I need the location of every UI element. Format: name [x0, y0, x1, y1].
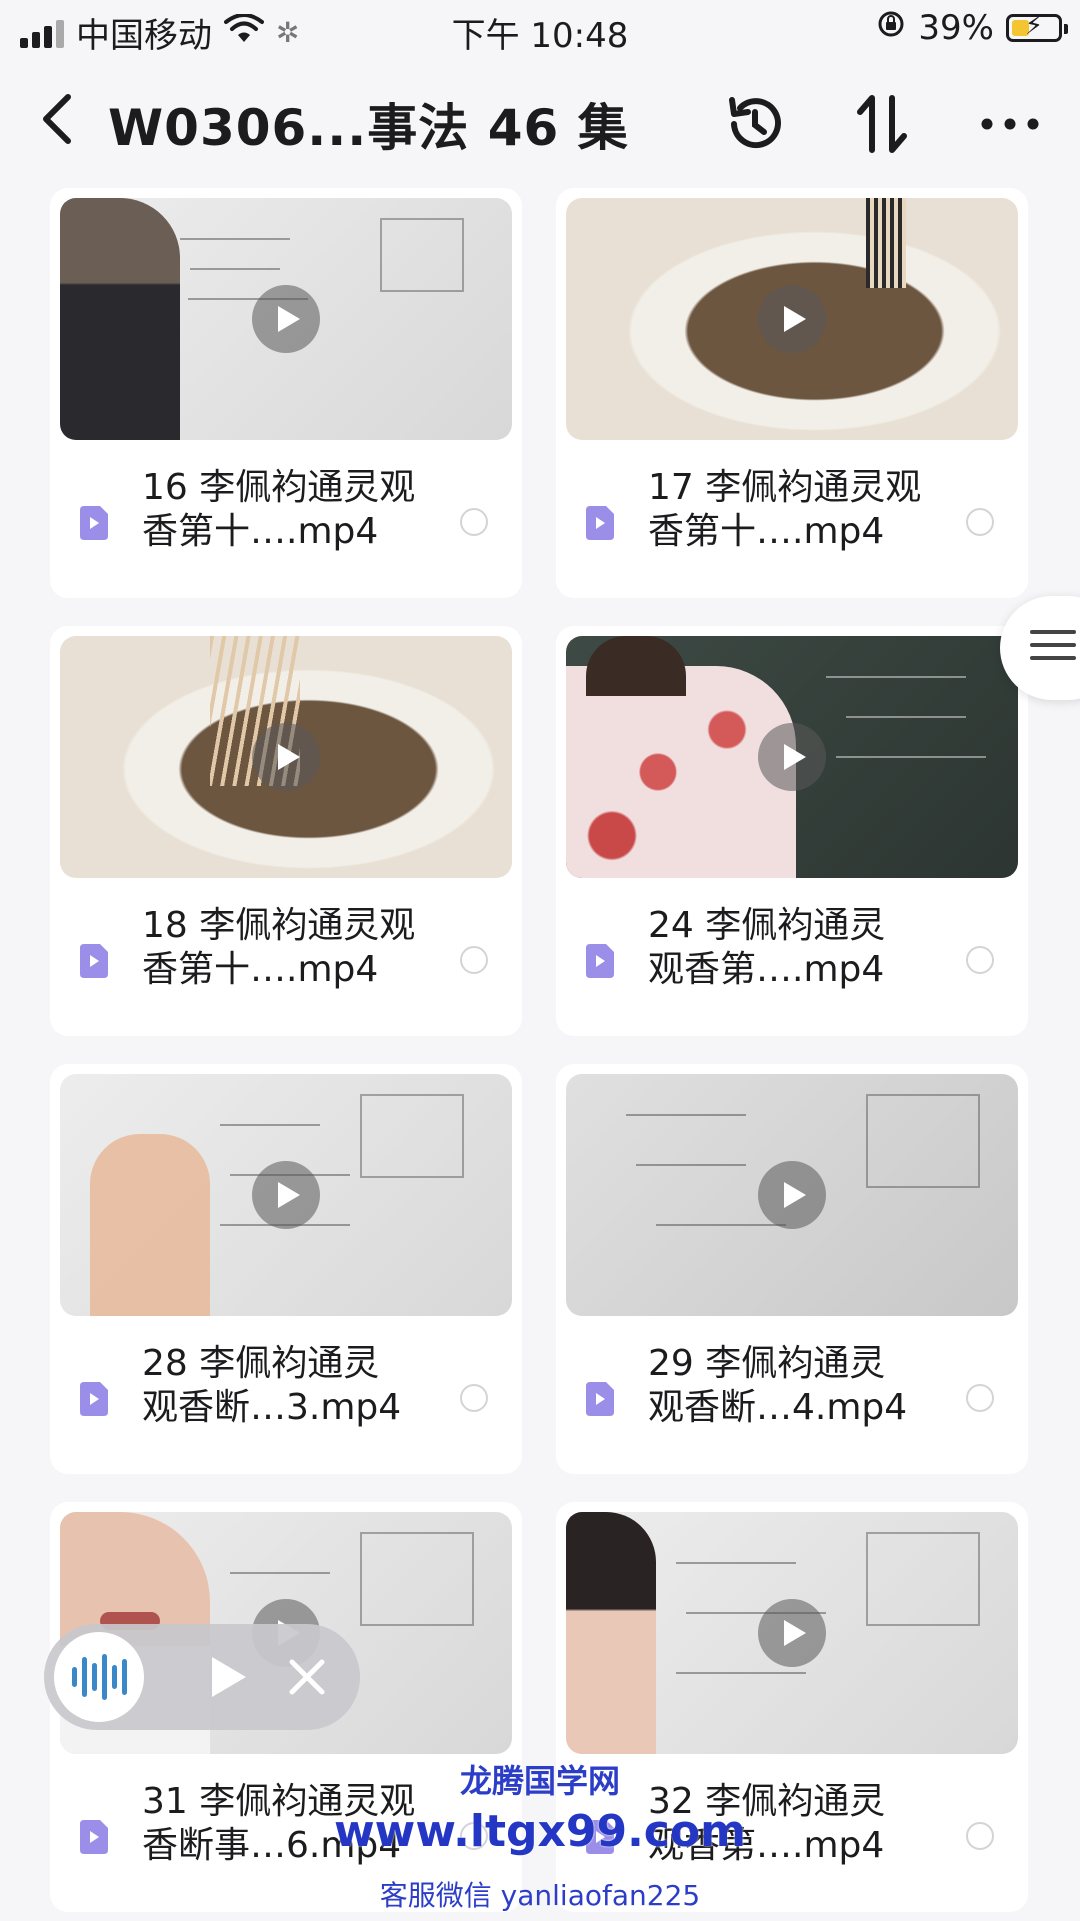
video-card[interactable]: 16 李佩袀通灵观 香第十….mp4	[50, 188, 522, 598]
file-name: 28 李佩袀通灵 观香断…3.mp4	[142, 1343, 402, 1428]
play-icon	[758, 1599, 826, 1667]
video-file-icon	[586, 506, 614, 540]
menu-icon	[1030, 630, 1076, 669]
play-icon	[758, 723, 826, 791]
video-card[interactable]: 29 李佩袀通灵 观香断…4.mp4	[556, 1064, 1028, 1474]
floating-audio-player[interactable]	[44, 1624, 360, 1730]
video-file-icon	[586, 944, 614, 978]
select-radio[interactable]	[966, 1384, 994, 1412]
play-icon	[252, 1161, 320, 1229]
video-thumbnail[interactable]	[60, 198, 512, 440]
watermark-site-name: 龙腾国学网	[459, 1762, 620, 1800]
select-radio[interactable]	[460, 1384, 488, 1412]
video-thumbnail[interactable]	[60, 1074, 512, 1316]
video-card[interactable]: 17 李佩袀通灵观 香第十….mp4	[556, 188, 1028, 598]
history-icon	[729, 97, 781, 149]
select-radio[interactable]	[460, 508, 488, 536]
video-file-icon	[80, 1382, 108, 1416]
file-name: 18 李佩袀通灵观 香第十….mp4	[142, 905, 416, 990]
video-file-icon	[586, 1382, 614, 1416]
navigation-bar: W0306...事法 46 集	[0, 62, 1080, 182]
select-radio[interactable]	[966, 946, 994, 974]
file-name: 24 李佩袀通灵 观香第….mp4	[648, 905, 886, 990]
chevron-left-icon	[43, 94, 71, 144]
file-name: 29 李佩袀通灵 观香断…4.mp4	[648, 1343, 908, 1428]
play-icon	[252, 723, 320, 791]
play-icon	[758, 1161, 826, 1229]
watermark-contact: 客服微信 yanliaofan225	[379, 1879, 701, 1912]
more-icon	[981, 118, 1039, 130]
watermark-url: www.ltgx99.com	[334, 1806, 746, 1857]
select-radio[interactable]	[966, 508, 994, 536]
history-button[interactable]	[720, 90, 788, 158]
orientation-lock-icon	[876, 8, 906, 48]
video-thumbnail[interactable]	[566, 1074, 1018, 1316]
play-icon	[758, 285, 826, 353]
video-card[interactable]: 28 李佩袀通灵 观香断…3.mp4	[50, 1064, 522, 1474]
battery-charging-icon: ⚡	[1006, 11, 1068, 42]
video-thumbnail[interactable]	[566, 198, 1018, 440]
back-button[interactable]	[22, 84, 92, 154]
battery-percent: 39%	[918, 8, 994, 48]
close-icon[interactable]	[284, 1654, 330, 1700]
select-radio[interactable]	[460, 946, 488, 974]
video-thumbnail[interactable]	[60, 636, 512, 878]
video-card[interactable]: 24 李佩袀通灵 观香第….mp4	[556, 626, 1028, 1036]
video-thumbnail[interactable]	[566, 636, 1018, 878]
video-card[interactable]: 18 李佩袀通灵观 香第十….mp4	[50, 626, 522, 1036]
audio-wave-icon[interactable]	[54, 1632, 144, 1722]
video-file-icon	[80, 944, 108, 978]
sort-button[interactable]	[848, 90, 916, 158]
video-thumbnail[interactable]	[566, 1512, 1018, 1754]
play-icon	[252, 285, 320, 353]
file-name: 17 李佩袀通灵观 香第十….mp4	[648, 467, 922, 552]
more-button[interactable]	[976, 90, 1044, 158]
status-bar: 中国移动 ✲ 下午 10:48 39% ⚡	[0, 0, 1080, 62]
play-icon[interactable]	[202, 1652, 252, 1702]
sort-icon	[857, 95, 907, 153]
video-file-icon	[80, 506, 108, 540]
page-title: W0306...事法 46 集	[108, 99, 629, 157]
file-name: 16 李佩袀通灵观 香第十….mp4	[142, 467, 416, 552]
